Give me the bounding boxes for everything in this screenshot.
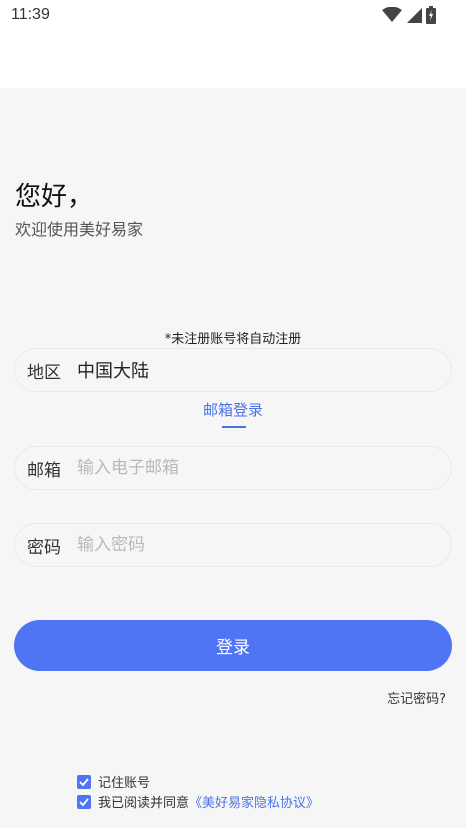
login-button[interactable]: 登录 <box>14 620 452 671</box>
check-icon <box>79 777 89 786</box>
agreement-row: 我已阅读并同意 《美好易家隐私协议》 <box>77 792 319 811</box>
greeting-subtitle: 欢迎使用美好易家 <box>15 220 144 239</box>
password-input[interactable] <box>77 535 451 555</box>
password-field-container: 密码 <box>14 523 452 567</box>
region-value: 中国大陆 <box>77 361 149 382</box>
remember-account-row: 记住账号 <box>77 772 150 791</box>
login-content: 您好， 欢迎使用美好易家 *未注册账号将自动注册 地区 中国大陆 邮箱登录 邮箱… <box>0 88 466 828</box>
greeting-title: 您好， <box>15 182 94 212</box>
tab-email-login[interactable]: 邮箱登录 <box>0 399 466 420</box>
status-time: 11:39 <box>11 6 50 23</box>
remember-label: 记住账号 <box>98 776 151 791</box>
forgot-password-link[interactable]: 忘记密码? <box>387 688 446 707</box>
email-field-container: 邮箱 <box>14 446 452 490</box>
privacy-policy-link[interactable]: 《美好易家隐私协议》 <box>189 792 319 811</box>
password-label: 密码 <box>27 537 61 558</box>
email-label: 邮箱 <box>27 460 61 481</box>
check-icon <box>79 797 89 806</box>
signal-icon <box>407 8 422 23</box>
status-bar: 11:39 <box>0 0 466 32</box>
battery-icon <box>426 6 436 24</box>
agreement-prefix: 我已阅读并同意 <box>98 796 190 811</box>
auto-register-hint: *未注册账号将自动注册 <box>164 332 302 347</box>
region-selector[interactable]: 地区 中国大陆 <box>14 348 452 392</box>
status-icons <box>382 6 436 24</box>
remember-checkbox[interactable] <box>77 774 91 789</box>
tab-active-indicator <box>222 426 246 428</box>
region-label: 地区 <box>27 362 61 383</box>
header-area <box>0 32 466 88</box>
wifi-icon <box>382 7 402 22</box>
agreement-checkbox[interactable] <box>77 794 91 809</box>
email-input[interactable] <box>77 458 451 478</box>
